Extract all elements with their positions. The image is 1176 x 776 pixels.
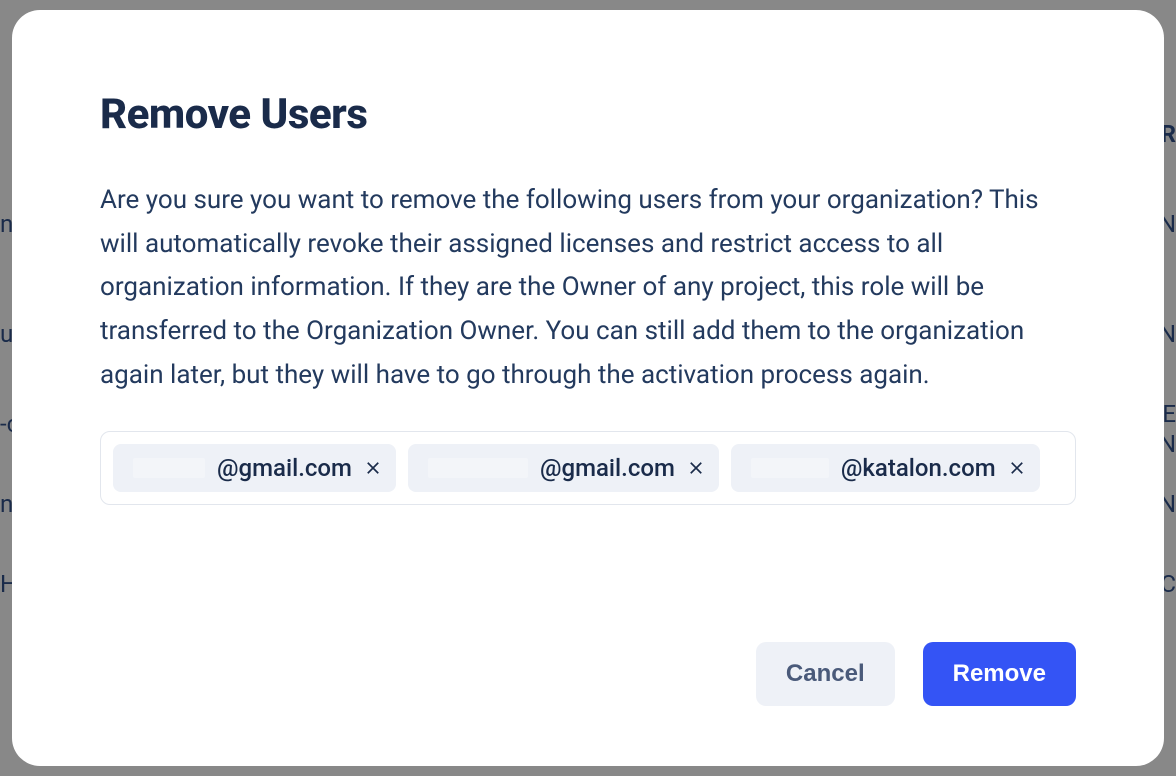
remove-chip-icon[interactable] [687,459,705,477]
remove-chip-icon[interactable] [364,459,382,477]
remove-button[interactable]: Remove [923,642,1076,706]
user-email: @gmail.com [540,454,675,482]
redacted-prefix [428,458,528,478]
user-chips-container: @gmail.com @gmail.com @katalon.com [100,431,1076,505]
user-email: @gmail.com [217,454,352,482]
user-chip: @gmail.com [408,444,719,492]
redacted-prefix [133,458,205,478]
modal-footer: Cancel Remove [100,602,1076,706]
redacted-prefix [751,458,829,478]
modal-title: Remove Users [100,90,1076,139]
remove-users-modal: Remove Users Are you sure you want to re… [12,10,1164,766]
user-email: @katalon.com [841,454,996,482]
remove-chip-icon[interactable] [1008,459,1026,477]
user-chip: @gmail.com [113,444,396,492]
user-chip: @katalon.com [731,444,1040,492]
modal-description: Are you sure you want to remove the foll… [100,179,1076,397]
cancel-button[interactable]: Cancel [756,642,895,706]
